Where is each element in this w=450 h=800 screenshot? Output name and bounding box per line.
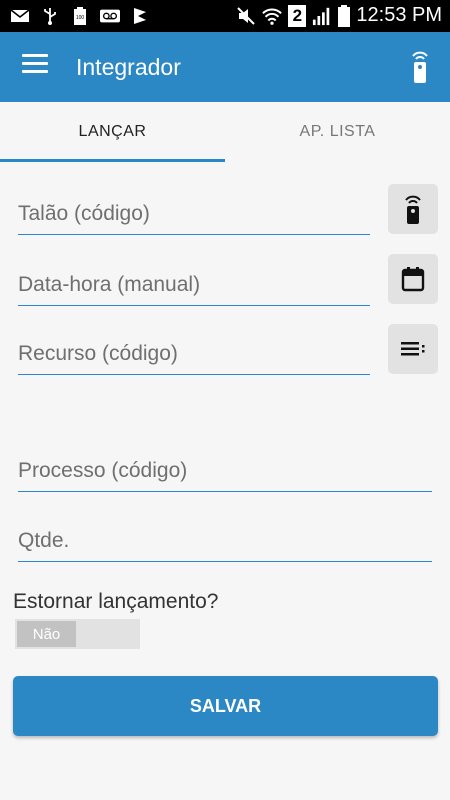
tab-ap-lista[interactable]: AP. LISTA <box>225 102 450 162</box>
talao-field[interactable]: Talão (código) <box>18 202 370 235</box>
mute-icon <box>236 6 256 25</box>
recurso-placeholder: Recurso (código) <box>18 342 178 365</box>
battery-label: 100 <box>76 15 85 21</box>
remote-control-icon[interactable] <box>410 50 430 84</box>
toggle-value: Não <box>17 621 76 647</box>
estornar-toggle[interactable]: Não <box>15 619 140 649</box>
app-title: Integrador <box>76 54 181 80</box>
talao-underline <box>18 233 370 235</box>
list-icon <box>401 342 425 356</box>
tab-lancar[interactable]: LANÇAR <box>0 102 225 162</box>
calendar-icon <box>401 267 425 292</box>
app-notification-icon <box>130 7 150 25</box>
qtde-placeholder: Qtde. <box>18 529 70 552</box>
usb-icon <box>40 7 60 25</box>
datahora-placeholder: Data-hora (manual) <box>18 273 201 296</box>
processo-placeholder: Processo (código) <box>18 459 188 482</box>
estornar-label: Estornar lançamento? <box>13 590 219 613</box>
list-button[interactable] <box>388 324 438 374</box>
status-bar-right: 2 12:53 PM <box>236 4 442 27</box>
talao-placeholder: Talão (código) <box>18 202 150 225</box>
processo-field[interactable]: Processo (código) <box>18 459 432 492</box>
datahora-underline <box>18 304 370 306</box>
status-bar-left: 100 <box>10 7 150 25</box>
battery-100-icon: 100 <box>70 7 90 25</box>
signal-icon <box>312 7 332 25</box>
voicemail-icon <box>100 7 120 25</box>
processo-underline <box>18 490 432 492</box>
recurso-underline <box>18 373 370 375</box>
sim-2-icon: 2 <box>288 4 307 27</box>
scan-remote-button[interactable] <box>388 184 438 234</box>
status-bar: 100 2 12:53 PM <box>0 0 450 32</box>
status-time: 12:53 PM <box>356 4 442 26</box>
menu-icon[interactable] <box>22 54 48 80</box>
recurso-field[interactable]: Recurso (código) <box>18 342 370 375</box>
wifi-icon <box>262 7 283 25</box>
app-bar: Integrador <box>0 32 450 102</box>
mail-icon <box>10 7 30 25</box>
calendar-button[interactable] <box>388 254 438 304</box>
battery-icon <box>338 4 351 27</box>
tab-bar: LANÇAR AP. LISTA <box>0 102 450 162</box>
datahora-field[interactable]: Data-hora (manual) <box>18 273 370 306</box>
remote-control-icon <box>405 195 421 224</box>
qtde-field[interactable]: Qtde. <box>18 529 432 562</box>
save-button[interactable]: SALVAR <box>13 676 438 736</box>
tab-indicator <box>0 159 225 162</box>
qtde-underline <box>18 560 432 562</box>
